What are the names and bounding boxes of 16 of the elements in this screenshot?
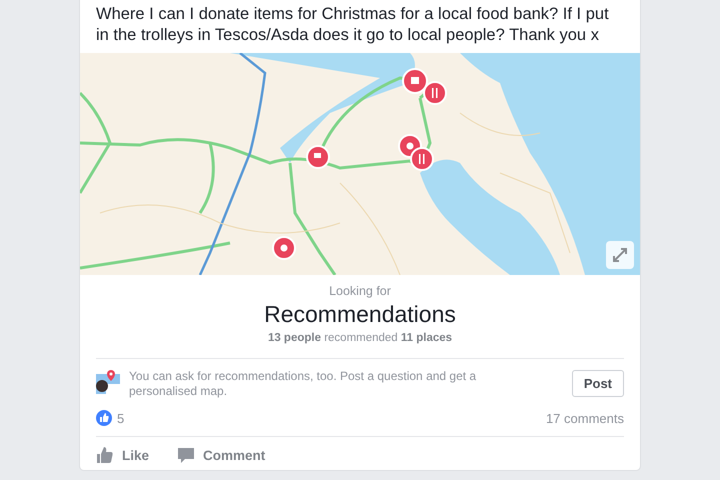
speech-bubble-icon bbox=[177, 446, 196, 464]
post-button[interactable]: Post bbox=[572, 370, 624, 397]
thumbs-up-icon bbox=[96, 446, 114, 464]
comment-button[interactable]: Comment bbox=[177, 446, 266, 464]
comment-count[interactable]: 17 comments bbox=[546, 410, 624, 426]
recommendation-summary: 13 people recommended 11 places bbox=[268, 331, 452, 346]
like-count: 5 bbox=[117, 410, 124, 426]
post-text: Where I can I donate items for Christmas for a local food bank? If I put in the trolleys in Tescos/Asda does it go to local people? Thank you x bbox=[95, 4, 610, 46]
expand-icon bbox=[612, 247, 628, 263]
prompt-text: You can ask for recommendations, too. Post a question and get a personalised map. bbox=[129, 369, 478, 399]
section-label: Looking for bbox=[329, 283, 391, 299]
section-title: Recommendations bbox=[264, 300, 456, 329]
like-reaction-icon bbox=[96, 410, 112, 426]
like-button[interactable]: Like bbox=[96, 446, 150, 464]
expand-button[interactable] bbox=[606, 241, 634, 269]
map-avatar-icon bbox=[96, 370, 120, 394]
